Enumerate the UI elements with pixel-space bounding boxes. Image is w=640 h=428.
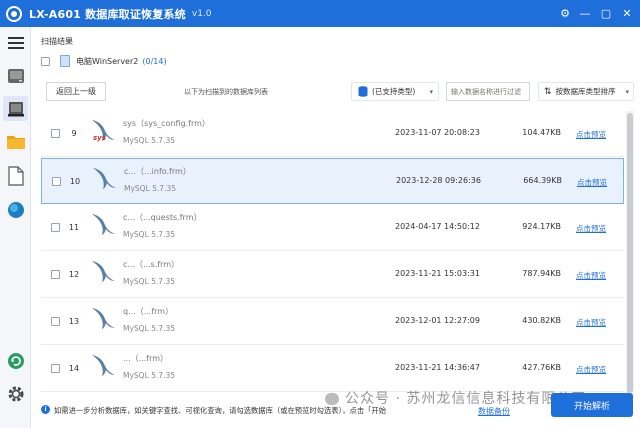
db-file-name: c...（...s.frm）: [123, 260, 180, 269]
sys-badge: sys: [93, 134, 106, 142]
row-checkbox[interactable]: [52, 177, 61, 186]
preview-link[interactable]: 点击预览: [576, 270, 606, 281]
mysql-dolphin-icon: [92, 355, 115, 376]
db-version: MySQL 5.7.35: [123, 371, 175, 380]
db-size: 787.94KB: [522, 269, 561, 278]
sort-select[interactable]: ⇅ 按数据库类型排序 ▾: [538, 82, 634, 101]
list-caption: 以下为扫描到的数据库列表: [184, 88, 268, 96]
app-logo-icon: [6, 5, 22, 22]
row-checkbox[interactable]: [51, 270, 60, 279]
db-file-name: c...（...info.frm）: [124, 167, 191, 176]
db-version: MySQL 5.7.35: [123, 230, 175, 239]
chevron-down-icon: ▾: [429, 87, 433, 96]
row-number: 10: [69, 177, 81, 186]
network-icon[interactable]: [3, 197, 28, 222]
table-row[interactable]: 12 c...（...s.frm） MySQL 5.7.35 2023-11-2…: [41, 252, 624, 298]
database-icon: [358, 86, 368, 97]
refresh-icon[interactable]: [3, 348, 28, 373]
close-button[interactable]: ✕: [617, 0, 637, 27]
db-size: 430.82KB: [522, 316, 561, 325]
db-file-name: q...（...frm）: [123, 307, 174, 316]
watermark: 公众号 · 苏州龙信信息科技有限公司: [325, 388, 586, 408]
row-number: 12: [68, 270, 80, 279]
sidebar: [0, 27, 31, 428]
row-number: 9: [71, 129, 77, 138]
info-icon: i: [41, 405, 50, 414]
row-checkbox[interactable]: [51, 317, 60, 326]
scan-results-label: 扫描结果: [41, 37, 73, 46]
hard-disk-icon[interactable]: [3, 63, 28, 88]
main-panel: 扫描结果 电脑WinServer2 (0/14) 返回上一级 以下为扫描到的数据…: [31, 27, 640, 428]
title-bar: LX-A601 数据库取证恢复系统 v1.0 ⚙ — ▢ ✕: [0, 0, 640, 27]
mysql-dolphin-icon: [93, 168, 116, 189]
row-number: 11: [68, 223, 80, 232]
table-row[interactable]: 13 q...（...frm） MySQL 5.7.35 2023-12-01 …: [41, 299, 624, 345]
toolbar: 返回上一级 以下为扫描到的数据库列表 (已支持类型) ▾ ⇅ 按数据库类型排序 …: [41, 80, 636, 102]
start-parse-button[interactable]: 开始解析: [551, 393, 633, 417]
db-size: 664.39KB: [523, 176, 562, 185]
scan-source-item[interactable]: 电脑WinServer2 (0/14): [41, 55, 167, 67]
table-row[interactable]: 14 ...（...frm） MySQL 5.7.35 2023-11-21 1…: [41, 346, 624, 392]
preview-link[interactable]: 点击预览: [576, 364, 606, 375]
search-input[interactable]: [446, 82, 530, 101]
table-row[interactable]: 9 sys sys（sys_config.frm） MySQL 5.7.35 2…: [41, 111, 624, 157]
type-select[interactable]: (已支持类型) ▾: [351, 82, 439, 101]
source-name: 电脑WinServer2: [76, 56, 139, 66]
table-row[interactable]: 11 c...（...quests.frm） MySQL 5.7.35 2024…: [41, 205, 624, 251]
preview-link[interactable]: 点击预览: [577, 177, 607, 188]
table-row[interactable]: 10 c...（...info.frm） MySQL 5.7.35 2023-1…: [41, 158, 624, 204]
sort-select-value: 按数据库类型排序: [555, 87, 616, 96]
source-count: (0/14): [142, 56, 167, 66]
app-title: LX-A601 数据库取证恢复系统: [29, 7, 186, 21]
scrollbar-thumb[interactable]: [627, 113, 633, 393]
db-file-name: c...（...quests.frm）: [123, 213, 202, 222]
mysql-dolphin-icon: [92, 214, 115, 235]
database-disk-icon[interactable]: [3, 96, 28, 121]
db-file-name: sys（sys_config.frm）: [123, 119, 210, 128]
list-scrollbar[interactable]: [626, 111, 634, 395]
db-size: 427.76KB: [522, 363, 561, 372]
maximize-button[interactable]: ▢: [596, 0, 616, 27]
row-checkbox[interactable]: [51, 364, 60, 373]
mysql-dolphin-icon: [92, 261, 115, 282]
file-icon[interactable]: [3, 163, 28, 188]
folder-icon[interactable]: [3, 129, 28, 154]
db-size: 924.17KB: [522, 222, 561, 231]
db-timestamp: 2023-11-07 20:08:23: [395, 128, 480, 137]
db-timestamp: 2024-04-17 14:50:12: [395, 222, 480, 231]
database-list: 9 sys sys（sys_config.frm） MySQL 5.7.35 2…: [41, 111, 624, 395]
back-button[interactable]: 返回上一级: [46, 82, 106, 101]
wechat-icon: [325, 393, 339, 405]
db-version: MySQL 5.7.35: [123, 277, 175, 286]
row-checkbox[interactable]: [51, 223, 60, 232]
db-version: MySQL 5.7.35: [123, 136, 175, 145]
source-checkbox[interactable]: [41, 56, 50, 66]
chevron-down-icon: ▾: [625, 87, 629, 96]
preview-link[interactable]: 点击预览: [576, 317, 606, 328]
db-version: MySQL 5.7.35: [123, 324, 175, 333]
minimize-button[interactable]: —: [575, 0, 595, 27]
db-file-name: ...（...frm）: [123, 354, 169, 363]
preview-link[interactable]: 点击预览: [576, 223, 606, 234]
type-select-value: (已支持类型): [372, 87, 416, 96]
db-timestamp: 2023-11-21 15:03:31: [395, 269, 480, 278]
row-checkbox[interactable]: [51, 129, 60, 138]
app-version: v1.0: [191, 8, 212, 19]
db-size: 104.47KB: [522, 128, 561, 137]
db-timestamp: 2023-12-01 12:27:09: [395, 316, 480, 325]
row-number: 13: [68, 317, 80, 326]
menu-icon[interactable]: [3, 30, 28, 55]
db-version: MySQL 5.7.35: [124, 184, 176, 193]
sort-icon: ⇅: [544, 86, 552, 97]
db-timestamp: 2023-11-21 14:36:47: [395, 363, 480, 372]
computer-doc-icon: [60, 55, 70, 67]
row-number: 14: [68, 364, 80, 373]
mysql-dolphin-icon: [92, 308, 115, 329]
settings-icon[interactable]: ⚙: [555, 0, 575, 27]
gear-icon[interactable]: [3, 381, 28, 406]
preview-link[interactable]: 点击预览: [576, 129, 606, 140]
db-timestamp: 2023-12-28 09:26:36: [396, 176, 481, 185]
